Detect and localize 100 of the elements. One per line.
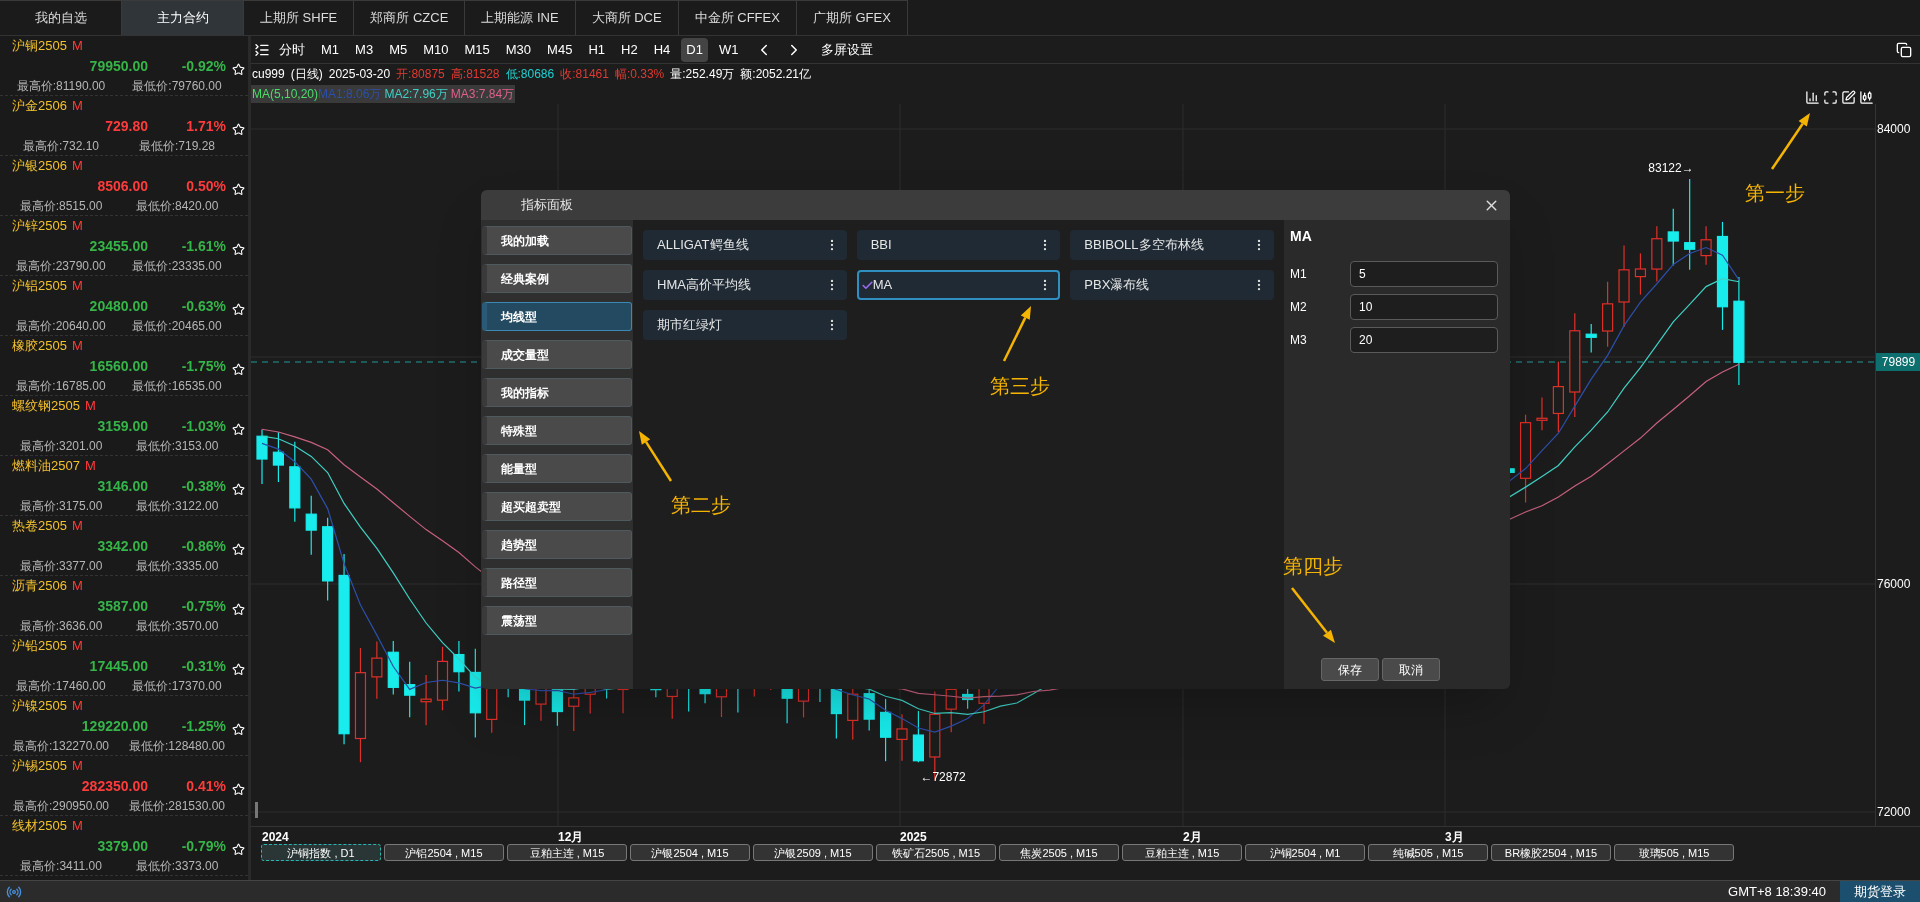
watchlist-row[interactable]: 沪金2506 M 729.80 1.71% 最高价:732.10 最低价:719.28 — [0, 96, 248, 156]
period-tab[interactable]: M1 — [316, 37, 345, 62]
favorite-star-icon[interactable] — [232, 422, 245, 437]
indicator-card[interactable]: MA — [856, 270, 1061, 300]
chart-tab[interactable]: 铁矿石2505 , M15 — [876, 844, 996, 861]
fullscreen-icon[interactable] — [1823, 89, 1838, 105]
chart-tab[interactable]: BR橡胶2504 , M15 — [1491, 844, 1611, 861]
watchlist-row[interactable]: 燃料油2507 M 3146.00 -0.38% 最高价:3175.00 最低价:3122.00 — [0, 456, 248, 516]
watchlist-row[interactable]: 沪锌2505 M 23455.00 -1.61% 最高价:23790.00 最低价:23335.00 — [0, 216, 248, 276]
chart-tab[interactable]: 沪银2504 , M15 — [630, 844, 750, 861]
period-tab[interactable]: M30 — [500, 37, 537, 62]
watchlist-row[interactable]: 沥青2506 M 3587.00 -0.75% 最高价:3636.00 最低价:3570.00 — [0, 576, 248, 636]
period-tab[interactable]: W1 — [713, 37, 744, 62]
favorite-star-icon[interactable] — [232, 62, 245, 77]
favorite-star-icon[interactable] — [232, 482, 245, 497]
watchlist-row[interactable]: 沪铜2505 M 79950.00 -0.92% 最高价:81190.00 最低价:79760.00 — [0, 36, 248, 96]
indicator-card[interactable]: BBIBOLL多空布林线 — [1070, 230, 1274, 260]
category-item[interactable]: 我的加载 — [482, 226, 632, 255]
date-axis-label: 2月 — [1183, 829, 1202, 846]
date-axis-label: 2025 — [900, 829, 927, 846]
param-field[interactable]: 20 — [1350, 326, 1498, 353]
category-item[interactable]: 震荡型 — [482, 606, 632, 635]
range-percent: 幅:0.33% — [614, 66, 665, 83]
market-tab[interactable]: 上期能源 INE — [465, 0, 576, 35]
favorite-star-icon[interactable] — [232, 722, 245, 737]
copy-window-icon[interactable] — [1896, 41, 1912, 58]
category-item[interactable]: 能量型 — [482, 454, 632, 483]
market-tab[interactable]: 主力合约 — [122, 0, 244, 35]
market-tab[interactable]: 我的自选 — [0, 0, 122, 35]
watchlist-row[interactable]: 热卷2505 M 3342.00 -0.86% 最高价:3377.00 最低价:3335.00 — [0, 516, 248, 576]
indicator-card[interactable]: ALLIGAT鳄鱼线 — [643, 230, 847, 260]
chart-tab[interactable]: 焦炭2505 , M15 — [999, 844, 1119, 861]
watchlist-row[interactable]: 螺纹钢2505 M 3159.00 -1.03% 最高价:3201.00 最低价:3153.00 — [0, 396, 248, 456]
param-field[interactable]: 10 — [1350, 293, 1498, 320]
scroll-handle[interactable] — [255, 802, 258, 818]
category-item[interactable]: 成交量型 — [482, 340, 632, 369]
period-tab[interactable]: D1 — [681, 37, 708, 62]
market-tab[interactable]: 广期所 GFEX — [796, 0, 908, 35]
chart-tab[interactable]: 豆粕主连 , M15 — [507, 844, 627, 861]
collapse-list-icon[interactable] — [254, 41, 270, 58]
watchlist-row[interactable]: 沪锡2505 M 282350.00 0.41% 最高价:290950.00 最低价:281530.00 — [0, 756, 248, 816]
chart-tab[interactable]: 玻璃505 , M15 — [1614, 844, 1734, 861]
chart-tab[interactable]: 沪银2509 , M15 — [753, 844, 873, 861]
period-tab[interactable]: H1 — [583, 37, 610, 62]
candlestick-icon[interactable] — [1859, 89, 1874, 105]
favorite-star-icon[interactable] — [232, 782, 245, 797]
chart-tab[interactable]: 豆粕主连 , M15 — [1122, 844, 1242, 861]
last-price-badge: 79899 — [1876, 353, 1920, 371]
market-tab[interactable]: 大商所 DCE — [575, 0, 679, 35]
period-tab[interactable]: M15 — [459, 37, 495, 62]
watchlist-row[interactable]: 线材2505 M 3379.00 -0.79% 最高价:3411.00 最低价:3373.00 — [0, 816, 248, 876]
chart-tab[interactable]: 沪铜2504 , M1 — [1245, 844, 1365, 861]
watchlist-row[interactable]: 沪镍2505 M 129220.00 -1.25% 最高价:132270.00 最低价:128480.00 — [0, 696, 248, 756]
period-tab[interactable]: H2 — [616, 37, 643, 62]
category-item[interactable]: 我的指标 — [482, 378, 632, 407]
edit-icon[interactable] — [1841, 89, 1856, 105]
watchlist-row[interactable]: 沪银2506 M 8506.00 0.50% 最高价:8515.00 最低价:8420.00 — [0, 156, 248, 216]
high-price: 最高价:17460.00 — [15, 677, 107, 695]
indicator-card[interactable]: PBX瀑布线 — [1070, 270, 1274, 300]
favorite-star-icon[interactable] — [232, 122, 245, 137]
favorite-star-icon[interactable] — [232, 662, 245, 677]
favorite-star-icon[interactable] — [232, 242, 245, 257]
high-price: 最高价:732.10 — [21, 137, 100, 155]
market-tab[interactable]: 中金所 CFFEX — [678, 0, 797, 35]
param-field[interactable]: 5 — [1350, 260, 1498, 287]
favorite-star-icon[interactable] — [232, 362, 245, 377]
chart-tab[interactable]: 纯碱505 , M15 — [1368, 844, 1488, 861]
dialog-button[interactable]: 保存 — [1321, 658, 1379, 681]
period-tab[interactable]: 分时 — [274, 37, 310, 62]
market-tab[interactable]: 郑商所 CZCE — [354, 0, 466, 35]
bar-chart-icon[interactable] — [1805, 89, 1820, 105]
dialog-button[interactable]: 取消 — [1382, 658, 1440, 681]
favorite-star-icon[interactable] — [232, 302, 245, 317]
period-tab[interactable]: M5 — [384, 37, 413, 62]
favorite-star-icon[interactable] — [232, 182, 245, 197]
category-item[interactable]: 经典案例 — [482, 264, 632, 293]
category-item[interactable]: 趋势型 — [482, 530, 632, 559]
chart-tab[interactable]: 沪铜指数 , D1 — [261, 844, 381, 861]
indicator-card[interactable]: BBI — [856, 230, 1061, 260]
contract-name: 沥青2506 — [12, 577, 67, 596]
market-tab[interactable]: 上期所 SHFE — [244, 0, 355, 35]
favorite-star-icon[interactable] — [232, 602, 245, 617]
period-tab[interactable]: M3 — [350, 37, 379, 62]
favorite-star-icon[interactable] — [232, 842, 245, 857]
watchlist-row[interactable]: 沪铅2505 M 17445.00 -0.31% 最高价:17460.00 最低价:17370.00 — [0, 636, 248, 696]
multi-screen-button[interactable]: 多屏设置 — [821, 39, 874, 60]
category-item[interactable]: 路径型 — [482, 568, 632, 597]
chart-tab[interactable]: 沪铝2504 , M15 — [384, 844, 504, 861]
watchlist-row[interactable]: 沪铝2505 M 20480.00 -0.63% 最高价:20640.00 最低价:20465.00 — [0, 276, 248, 336]
futures-login-button[interactable]: 期货登录 — [1840, 881, 1920, 902]
period-tab[interactable]: H4 — [648, 37, 676, 62]
category-item[interactable]: 均线型 — [482, 302, 632, 331]
period-tab[interactable]: M10 — [418, 37, 454, 62]
indicator-card[interactable]: 期市红绿灯 — [643, 310, 847, 340]
period-tab[interactable]: M45 — [542, 37, 578, 62]
favorite-star-icon[interactable] — [232, 542, 245, 557]
indicator-card[interactable]: HMA高价平均线 — [643, 270, 847, 300]
category-item[interactable]: 特殊型 — [482, 416, 632, 445]
category-item[interactable]: 超买超卖型 — [482, 492, 632, 521]
watchlist-row[interactable]: 橡胶2505 M 16560.00 -1.75% 最高价:16785.00 最低价:16535.00 — [0, 336, 248, 396]
